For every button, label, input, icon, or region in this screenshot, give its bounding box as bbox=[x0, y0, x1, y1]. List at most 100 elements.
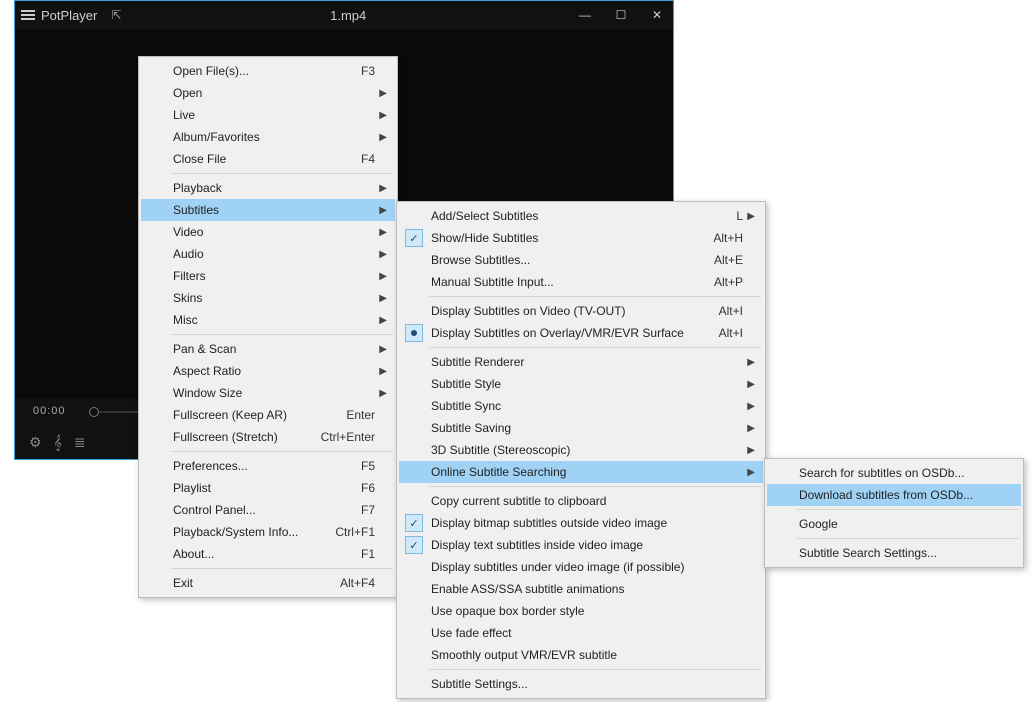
subtitles-menu-item[interactable]: Browse Subtitles...Alt+E bbox=[399, 249, 763, 271]
main-menu-item[interactable]: Pan & Scan▶ bbox=[141, 338, 395, 360]
main-menu-item[interactable]: About...F1 bbox=[141, 543, 395, 565]
maximize-button[interactable]: ☐ bbox=[611, 8, 631, 22]
menu-item-label: Filters bbox=[173, 269, 375, 283]
menu-item-label: Video bbox=[173, 225, 375, 239]
subtitles-menu-item[interactable]: Subtitle Style▶ bbox=[399, 373, 763, 395]
file-title: 1.mp4 bbox=[121, 8, 575, 23]
main-menu-item[interactable]: Audio▶ bbox=[141, 243, 395, 265]
subtitles-menu-item[interactable]: Manual Subtitle Input...Alt+P bbox=[399, 271, 763, 293]
subtitles-menu-item[interactable]: Use opaque box border style bbox=[399, 600, 763, 622]
main-menu-item[interactable]: Video▶ bbox=[141, 221, 395, 243]
menu-item-label: Preferences... bbox=[173, 459, 325, 473]
menu-item-label: About... bbox=[173, 547, 325, 561]
main-menu-item[interactable]: Misc▶ bbox=[141, 309, 395, 331]
check-icon: ✓ bbox=[405, 229, 423, 247]
menu-item-label: Display Subtitles on Overlay/VMR/EVR Sur… bbox=[431, 326, 693, 340]
titlebar: PotPlayer ⇱ 1.mp4 — ☐ ✕ bbox=[15, 1, 673, 29]
online-subtitle-menu-item[interactable]: Search for subtitles on OSDb... bbox=[767, 462, 1021, 484]
subtitles-menu-separator bbox=[429, 296, 761, 297]
subtitles-menu-item[interactable]: Display Subtitles on Overlay/VMR/EVR Sur… bbox=[399, 322, 763, 344]
subtitles-menu-item[interactable]: Display subtitles under video image (if … bbox=[399, 556, 763, 578]
menu-item-label: Display subtitles under video image (if … bbox=[431, 560, 743, 574]
subtitles-menu-item[interactable]: Enable ASS/SSA subtitle animations bbox=[399, 578, 763, 600]
subtitles-menu-item[interactable]: Copy current subtitle to clipboard bbox=[399, 490, 763, 512]
subtitles-menu-item[interactable]: Subtitle Saving ▶ bbox=[399, 417, 763, 439]
submenu-arrow-icon: ▶ bbox=[379, 110, 387, 121]
menu-item-label: Display bitmap subtitles outside video i… bbox=[431, 516, 743, 530]
subtitles-menu-item[interactable]: Smoothly output VMR/EVR subtitle bbox=[399, 644, 763, 666]
main-menu-item[interactable]: Playback/System Info...Ctrl+F1 bbox=[141, 521, 395, 543]
submenu-arrow-icon: ▶ bbox=[379, 344, 387, 355]
menu-item-label: Subtitle Sync bbox=[431, 399, 743, 413]
close-button[interactable]: ✕ bbox=[647, 8, 667, 22]
pin-icon[interactable]: ⇱ bbox=[111, 8, 121, 22]
progress-thumb[interactable] bbox=[89, 407, 99, 417]
subtitles-menu-item[interactable]: Display Subtitles on Video (TV-OUT)Alt+I bbox=[399, 300, 763, 322]
menu-item-label: Display Subtitles on Video (TV-OUT) bbox=[431, 304, 693, 318]
online-subtitle-menu-item[interactable]: Google bbox=[767, 513, 1021, 535]
menu-item-label: Playback/System Info... bbox=[173, 525, 311, 539]
subtitles-menu-item[interactable]: Use fade effect bbox=[399, 622, 763, 644]
submenu-arrow-icon: ▶ bbox=[747, 423, 755, 434]
equalizer-icon[interactable]: 𝄞 bbox=[54, 434, 62, 451]
check-icon: ✓ bbox=[405, 536, 423, 554]
main-menu-item[interactable]: PlaylistF6 bbox=[141, 477, 395, 499]
menu-item-label: Subtitle Search Settings... bbox=[799, 546, 1001, 560]
minimize-button[interactable]: — bbox=[575, 8, 595, 22]
main-menu-item[interactable]: Subtitles▶ bbox=[141, 199, 395, 221]
radio-icon bbox=[405, 324, 423, 342]
main-menu-item[interactable]: Close FileF4 bbox=[141, 148, 395, 170]
context-menu-online-subtitle: Search for subtitles on OSDb...Download … bbox=[764, 458, 1024, 568]
menu-item-label: Fullscreen (Stretch) bbox=[173, 430, 297, 444]
settings-icon[interactable]: ⚙ bbox=[29, 434, 42, 451]
online-subtitle-menu-item[interactable]: Subtitle Search Settings... bbox=[767, 542, 1021, 564]
main-menu-item[interactable]: Preferences...F5 bbox=[141, 455, 395, 477]
playlist-icon[interactable]: ≣ bbox=[74, 434, 86, 451]
main-menu-item[interactable]: Control Panel...F7 bbox=[141, 499, 395, 521]
subtitles-menu-item[interactable]: ✓ Display text subtitles inside video ima… bbox=[399, 534, 763, 556]
main-menu-item[interactable]: Fullscreen (Keep AR)Enter bbox=[141, 404, 395, 426]
main-menu-item[interactable]: Filters ▶ bbox=[141, 265, 395, 287]
submenu-arrow-icon: ▶ bbox=[379, 132, 387, 143]
main-menu-item[interactable]: Album/Favorites▶ bbox=[141, 126, 395, 148]
submenu-arrow-icon: ▶ bbox=[379, 271, 387, 282]
menu-item-shortcut: F1 bbox=[325, 547, 375, 561]
menu-item-label: Google bbox=[799, 517, 1001, 531]
subtitles-menu-item[interactable]: ✓Show/Hide SubtitlesAlt+H bbox=[399, 227, 763, 249]
main-menu-item[interactable]: Live ▶ bbox=[141, 104, 395, 126]
main-menu-item[interactable]: Open▶ bbox=[141, 82, 395, 104]
main-menu-item[interactable]: ExitAlt+F4 bbox=[141, 572, 395, 594]
main-menu-item[interactable]: Window Size▶ bbox=[141, 382, 395, 404]
menu-item-label: Skins bbox=[173, 291, 375, 305]
subtitles-menu-item[interactable]: Add/Select SubtitlesL▶ bbox=[399, 205, 763, 227]
subtitles-menu-item[interactable]: Subtitle Sync ▶ bbox=[399, 395, 763, 417]
menu-item-shortcut: L bbox=[693, 209, 743, 223]
playback-time: 00:00 bbox=[33, 405, 66, 417]
menu-item-label: Subtitle Saving bbox=[431, 421, 743, 435]
main-menu-item[interactable]: Fullscreen (Stretch)Ctrl+Enter bbox=[141, 426, 395, 448]
menu-item-shortcut: Alt+F4 bbox=[316, 576, 375, 590]
submenu-arrow-icon: ▶ bbox=[747, 445, 755, 456]
menu-item-shortcut: F6 bbox=[325, 481, 375, 495]
subtitles-menu-item[interactable]: Subtitle Settings... bbox=[399, 673, 763, 695]
online-subtitle-menu-separator bbox=[797, 538, 1019, 539]
submenu-arrow-icon: ▶ bbox=[747, 357, 755, 368]
menu-item-label: Display text subtitles inside video imag… bbox=[431, 538, 743, 552]
submenu-arrow-icon: ▶ bbox=[747, 401, 755, 412]
online-subtitle-menu-item[interactable]: Download subtitles from OSDb... bbox=[767, 484, 1021, 506]
subtitles-menu-item[interactable]: 3D Subtitle (Stereoscopic)▶ bbox=[399, 439, 763, 461]
subtitles-menu-item[interactable]: Online Subtitle Searching▶ bbox=[399, 461, 763, 483]
main-menu-item[interactable]: Open File(s)...F3 bbox=[141, 60, 395, 82]
main-menu-separator bbox=[171, 173, 393, 174]
subtitles-menu-item[interactable]: Subtitle Renderer▶ bbox=[399, 351, 763, 373]
subtitles-menu-item[interactable]: ✓Display bitmap subtitles outside video … bbox=[399, 512, 763, 534]
menu-item-shortcut: Alt+I bbox=[693, 304, 743, 318]
menu-item-label: Live bbox=[173, 108, 375, 122]
main-menu-item[interactable]: Aspect Ratio▶ bbox=[141, 360, 395, 382]
main-menu-item[interactable]: Skins▶ bbox=[141, 287, 395, 309]
main-menu-separator bbox=[171, 451, 393, 452]
main-menu-item[interactable]: Playback▶ bbox=[141, 177, 395, 199]
menu-item-label: Control Panel... bbox=[173, 503, 325, 517]
app-menu-button[interactable]: PotPlayer bbox=[21, 8, 97, 23]
menu-item-label: Subtitle Style bbox=[431, 377, 743, 391]
